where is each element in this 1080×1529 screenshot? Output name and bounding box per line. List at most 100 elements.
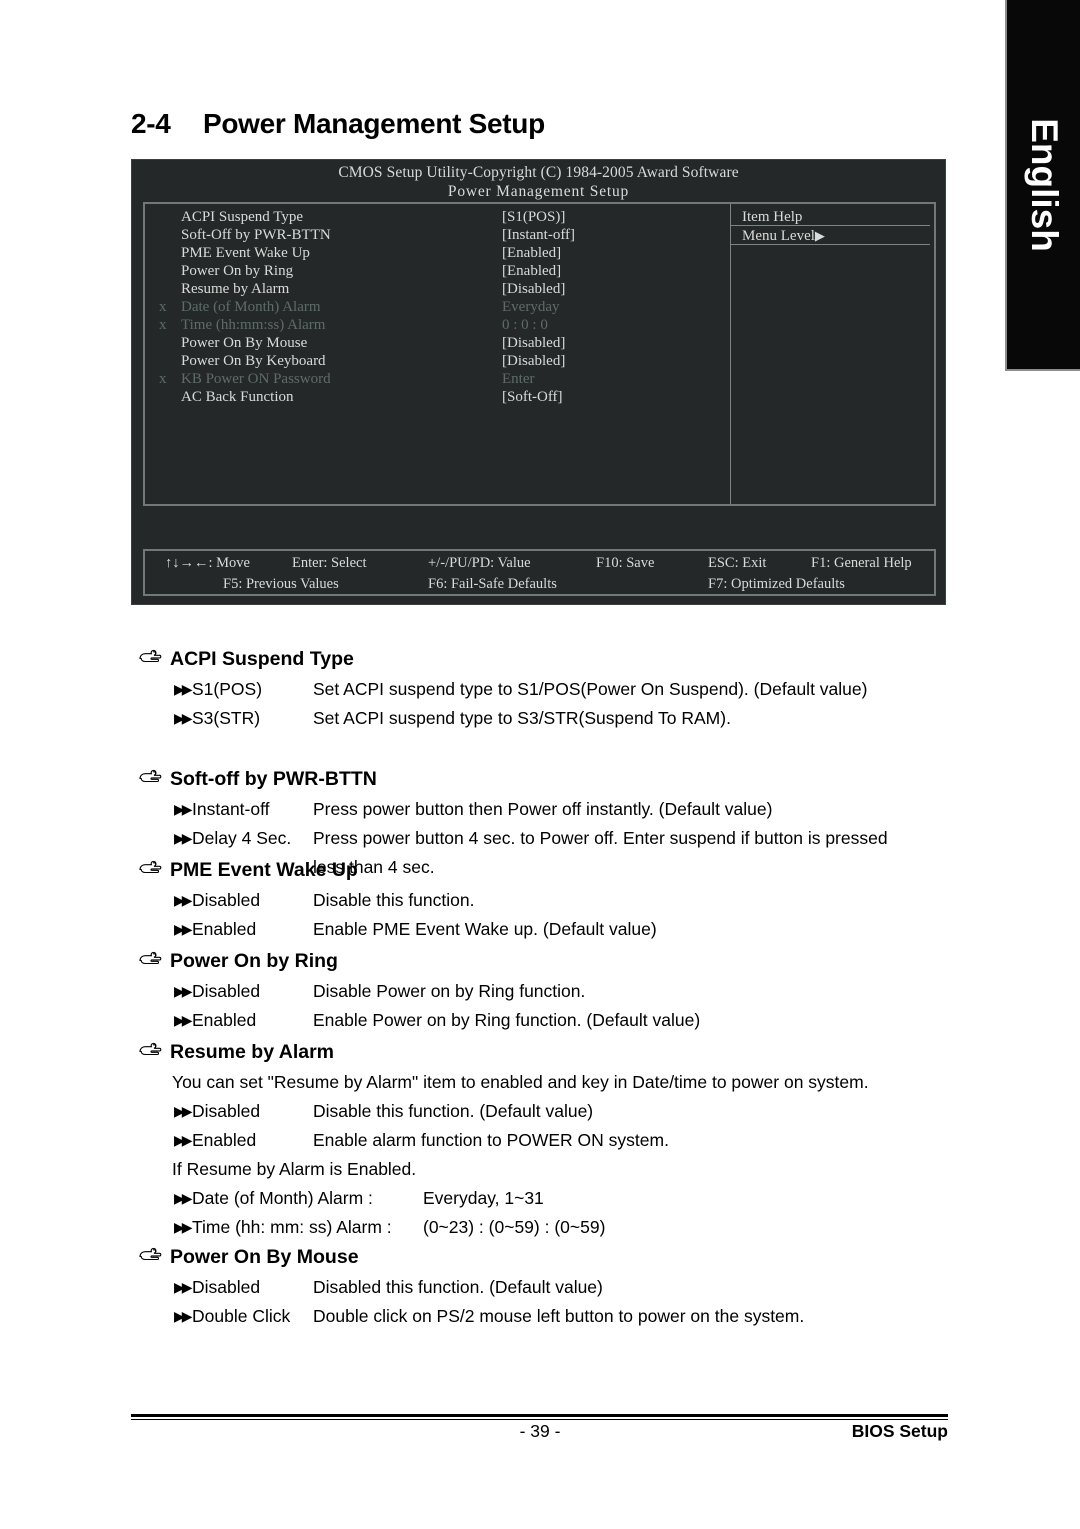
option-description: Enable alarm function to POWER ON system… [313,1130,669,1150]
option-description-row: ▶▶ Enabled Enable alarm function to POWER … [0,1126,1080,1155]
option-description: (0~23) : (0~59) : (0~59) [423,1217,606,1237]
pointing-hand-icon [138,767,162,789]
bios-option-row[interactable]: Power On By Mouse [Disabled] [145,334,730,352]
double-chevron-icon: ▶▶ [174,1012,192,1028]
option-description: Disable Power on by Ring function. [313,981,586,1001]
double-chevron-icon: ▶▶ [174,830,192,846]
pointing-hand-icon [139,769,162,783]
bios-option-value: [Enabled] [502,245,562,261]
option-description: Everyday, 1~31 [423,1188,544,1208]
double-chevron-icon: ▶▶ [174,921,192,937]
description-section: PME Event Wake Up ▶▶ Disabled Disable this … [0,856,1080,944]
bios-option-label: KB Power ON Password [181,371,331,387]
pointing-hand-icon [139,1042,162,1056]
language-tab-label: English [1023,117,1065,252]
option-name: Double Click [192,1306,291,1326]
option-description: Enable PME Event Wake up. (Default value… [313,919,657,939]
bios-option-label: Date (of Month) Alarm [181,299,321,315]
bios-option-row[interactable]: Soft-Off by PWR-BTTN [Instant-off] [145,226,730,244]
option-name: Enabled [192,919,257,939]
pointing-hand-icon [138,949,162,971]
bios-option-disabled-marker: x [159,299,167,315]
bios-option-row[interactable]: x Date (of Month) Alarm Everyday [145,298,730,316]
bios-option-value: [Disabled] [502,353,566,369]
section-heading: Power On By Mouse [0,1243,1080,1273]
section-heading-text: ACPI Suspend Type [170,648,354,670]
menu-level-label: Menu Level [742,228,815,244]
bios-option-row[interactable]: Resume by Alarm [Disabled] [145,280,730,298]
bios-option-row[interactable]: x KB Power ON Password Enter [145,370,730,388]
option-description-row: ▶▶ Enabled Enable PME Event Wake up. (Defa… [0,915,1080,944]
option-description-row: ▶▶ Date (of Month) Alarm : Everyday, 1~31 [0,1184,1080,1213]
bios-option-value: 0 : 0 : 0 [502,317,548,333]
bios-option-row[interactable]: ACPI Suspend Type [S1(POS)] [145,208,730,226]
description-section: ACPI Suspend Type ▶▶ S1(POS) Set ACPI suspe… [0,645,1080,733]
pointing-hand-icon [139,649,162,663]
option-description: Disable this function. [313,890,475,910]
option-name: Delay 4 Sec. [192,828,292,848]
pointing-hand-icon [138,1040,162,1062]
bios-option-row[interactable]: AC Back Function [Soft-Off] [145,388,730,406]
bios-option-row[interactable]: Power On by Ring [Enabled] [145,262,730,280]
description-section: Power On by Ring ▶▶ Disabled Disable Power … [0,947,1080,1035]
bios-option-label: ACPI Suspend Type [181,209,304,225]
bios-key-hint: F7: Optimized Defaults [708,576,845,592]
section-heading-text: Power On by Ring [170,950,338,972]
bios-option-value: [Enabled] [502,263,562,279]
section-heading: Soft-off by PWR-BTTN [0,765,1080,795]
double-chevron-icon: ▶▶ [174,1190,192,1206]
option-description: Press power button 4 sec. to Power off. … [313,828,888,848]
option-description: Enable Power on by Ring function. (Defau… [313,1010,701,1030]
footer-section-label: BIOS Setup [851,1421,948,1441]
double-chevron-icon: ▶▶ [174,983,192,999]
option-description-row: ▶▶ S3(STR) Set ACPI suspend type to S3/STR… [0,704,1080,733]
bios-option-label: Power On By Keyboard [181,353,326,369]
double-chevron-icon: ▶▶ [174,681,192,697]
bios-option-value: [Soft-Off] [502,389,563,405]
pointing-hand-icon [139,1247,162,1261]
menu-level-row: Menu Level▶ [731,227,930,245]
bios-key-legend-row-2: F5: Previous Values F6: Fail-Safe Default… [145,574,934,595]
bios-option-value: [Disabled] [502,281,566,297]
option-description: Disable this function. (Default value) [313,1101,594,1121]
item-help-pane: Item Help Menu Level▶ [731,204,934,504]
option-description-row: ▶▶ Disabled Disable this function. [0,886,1080,915]
option-name: S3(STR) [192,708,261,728]
section-heading: Power On by Ring [0,947,1080,977]
bios-option-label: Power On by Ring [181,263,294,279]
double-chevron-icon: ▶▶ [174,892,192,908]
bios-option-label: Power On By Mouse [181,335,308,351]
option-name: S1(POS) [192,679,263,699]
option-description-row: ▶▶ Enabled Enable Power on by Ring functio… [0,1006,1080,1035]
option-name: Disabled [192,1101,261,1121]
bios-header: CMOS Setup Utility-Copyright (C) 1984-20… [132,163,945,201]
bios-main-panel: ACPI Suspend Type [S1(POS)] Soft-Off by PW… [143,202,936,506]
option-name: Disabled [192,890,261,910]
bios-header-subtitle: Power Management Setup [447,183,630,200]
bios-option-row[interactable]: Power On By Keyboard [Disabled] [145,352,730,370]
option-name: Disabled [192,981,261,1001]
bios-option-label: Time (hh:mm:ss) Alarm [181,317,326,333]
bios-option-label: Resume by Alarm [181,281,290,297]
section-heading-text: Power On By Mouse [170,1246,359,1268]
section-heading-text: PME Event Wake Up [170,859,358,881]
bios-option-list: ACPI Suspend Type [S1(POS)] Soft-Off by PW… [145,208,730,406]
page-title-number: 2-4 [131,108,171,139]
double-chevron-icon: ▶▶ [174,1219,192,1235]
item-help-title: Item Help [731,208,930,226]
option-description: Disabled this function. (Default value) [313,1277,603,1297]
section-note-secondary: If Resume by Alarm is Enabled. [172,1159,417,1179]
option-description-row: ▶▶ Double Click Double click on PS/2 mouse… [0,1302,1080,1331]
option-description-row: ▶▶ S1(POS) Set ACPI suspend type to S1/POS… [0,675,1080,704]
section-heading: PME Event Wake Up [0,856,1080,886]
pointing-hand-icon [138,1245,162,1267]
bios-key-hint: ↑↓→←: Move [165,555,250,571]
option-name: Enabled [192,1130,257,1150]
bios-option-label: AC Back Function [181,389,294,405]
double-chevron-icon: ▶▶ [174,801,192,817]
bios-option-value: Everyday [502,299,560,315]
bios-option-row[interactable]: PME Event Wake Up [Enabled] [145,244,730,262]
bios-option-row[interactable]: x Time (hh:mm:ss) Alarm 0 : 0 : 0 [145,316,730,334]
bios-key-hint: +/-/PU/PD: Value [428,555,531,571]
footer-rule-thick [131,1414,948,1417]
